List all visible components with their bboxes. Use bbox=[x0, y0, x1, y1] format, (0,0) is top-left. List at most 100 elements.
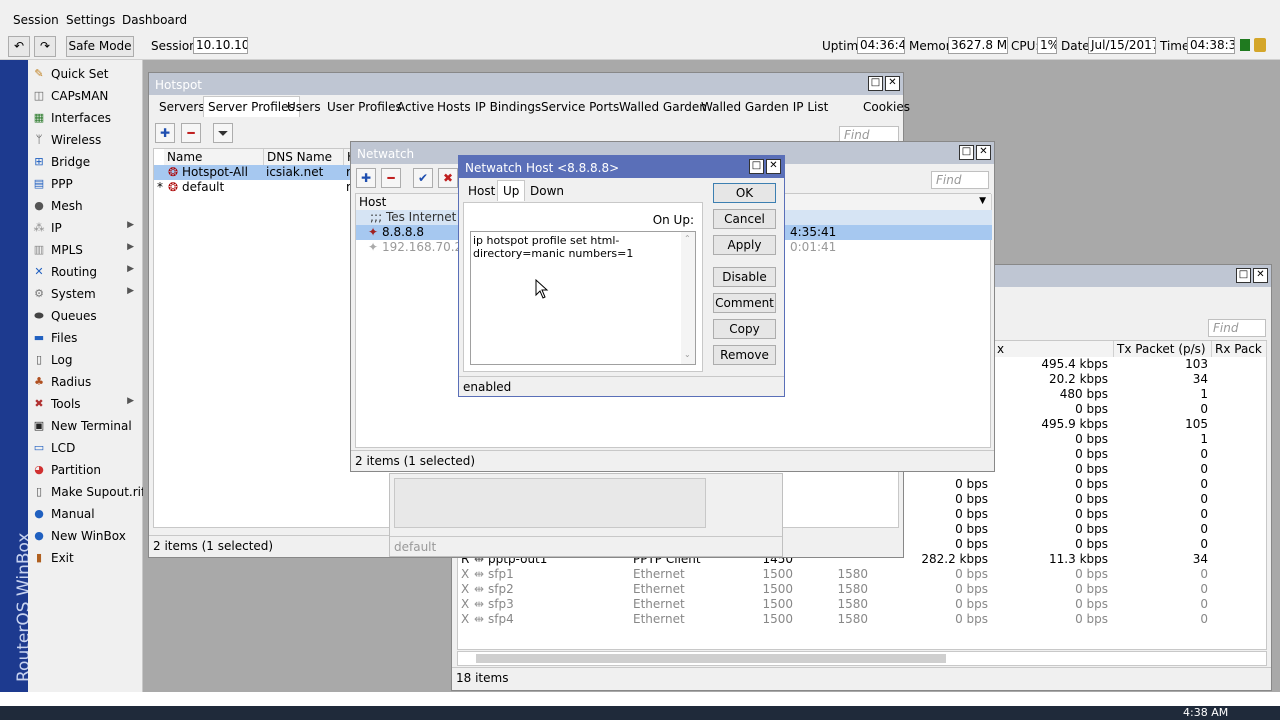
tab-down[interactable]: Down bbox=[525, 181, 569, 201]
tab-active[interactable]: Active bbox=[393, 97, 438, 117]
table-row[interactable]: Xsfp3 Ethernet 1500 1580 0 bps 0 bps 0 ⇹ bbox=[458, 597, 1266, 612]
cell-txp: 1 bbox=[1200, 387, 1208, 401]
tab-up[interactable]: Up bbox=[497, 180, 526, 201]
maximize-icon[interactable]: □ bbox=[1236, 268, 1251, 283]
remove-icon[interactable]: ━ bbox=[381, 168, 401, 188]
sidebar-item-capsman[interactable]: ◫ CAPsMAN bbox=[28, 85, 142, 107]
tab-service-ports[interactable]: Service Ports bbox=[537, 97, 623, 117]
tab-servers[interactable]: Servers bbox=[155, 97, 209, 117]
sidebar-item-queues[interactable]: ⬬ Queues bbox=[28, 305, 142, 327]
cell-txp: 105 bbox=[1185, 417, 1208, 431]
cell-rx: 0 bps bbox=[1075, 582, 1108, 596]
dialog-title: Netwatch Host <8.8.8.8> bbox=[465, 161, 620, 175]
column-header-tx-packet[interactable]: Tx Packet (p/s) bbox=[1114, 341, 1212, 357]
sidebar-item-partition[interactable]: ◕ Partition bbox=[28, 459, 142, 481]
menu-dashboard[interactable]: Dashboard bbox=[122, 13, 187, 27]
hotspot-titlebar[interactable]: Hotspot bbox=[149, 73, 903, 95]
column-header-name[interactable]: Name bbox=[164, 149, 264, 165]
ok-button[interactable]: OK bbox=[713, 183, 776, 203]
column-header-dns-name[interactable]: DNS Name bbox=[264, 149, 344, 165]
table-row[interactable]: * ❂ default m bbox=[154, 180, 364, 195]
horizontal-scrollbar[interactable] bbox=[457, 651, 1267, 666]
comment-button[interactable]: Comment bbox=[713, 293, 776, 313]
close-icon[interactable]: ✕ bbox=[976, 145, 991, 160]
wireless-icon: ᛘ bbox=[35, 133, 43, 146]
sidebar-item-routing[interactable]: ✕ Routing ▶ bbox=[28, 261, 142, 283]
sidebar-item-exit[interactable]: ▮ Exit bbox=[28, 547, 142, 569]
safe-mode-button[interactable]: Safe Mode bbox=[66, 36, 134, 57]
sidebar-item-make-supout-rif[interactable]: ▯ Make Supout.rif bbox=[28, 481, 145, 503]
column-dropdown-icon[interactable]: ▼ bbox=[979, 196, 986, 206]
tab-hosts[interactable]: Hosts bbox=[433, 97, 475, 117]
host-address: 8.8.8.8 bbox=[382, 225, 424, 239]
sidebar-item-quick-set[interactable]: ✎ Quick Set bbox=[28, 63, 142, 85]
sidebar-item-log[interactable]: ▯ Log bbox=[28, 349, 142, 371]
table-row[interactable]: Xsfp2 Ethernet 1500 1580 0 bps 0 bps 0 ⇹ bbox=[458, 582, 1266, 597]
sidebar-item-manual[interactable]: ● Manual bbox=[28, 503, 142, 525]
sidebar-item-label: Wireless bbox=[51, 133, 102, 147]
close-icon[interactable]: ✕ bbox=[885, 76, 900, 91]
sidebar-item-lcd[interactable]: ▭ LCD bbox=[28, 437, 142, 459]
cell-tx: 0 bps bbox=[955, 507, 988, 521]
close-icon[interactable]: ✕ bbox=[1253, 268, 1268, 283]
tab-ip-bindings[interactable]: IP Bindings bbox=[471, 97, 545, 117]
sidebar-item-new-terminal[interactable]: ▣ New Terminal bbox=[28, 415, 142, 437]
tab-cookies[interactable]: Cookies bbox=[859, 97, 914, 117]
filter-icon[interactable]: ⏷ bbox=[213, 123, 233, 143]
sidebar-item-mesh[interactable]: ● Mesh bbox=[28, 195, 142, 217]
netwatch-find-input[interactable]: Find bbox=[931, 171, 989, 189]
hotspot-profile-icon: ❂ bbox=[168, 180, 179, 194]
table-row-selected[interactable]: ❂ Hotspot-All icsiak.net m bbox=[154, 165, 364, 180]
column-header-rx[interactable]: x bbox=[994, 341, 1114, 357]
sidebar-item-interfaces[interactable]: ▦ Interfaces bbox=[28, 107, 142, 129]
tab-walled-garden-ip-list[interactable]: Walled Garden IP List bbox=[697, 97, 832, 117]
menu-settings[interactable]: Settings bbox=[66, 13, 115, 27]
maximize-icon[interactable]: □ bbox=[749, 159, 764, 174]
sidebar-item-new-winbox[interactable]: ● New WinBox bbox=[28, 525, 142, 547]
sidebar-item-wireless[interactable]: ᛘ Wireless bbox=[28, 129, 142, 151]
sidebar-item-ip[interactable]: ⁂ IP ▶ bbox=[28, 217, 142, 239]
cell-type: Ethernet bbox=[633, 567, 685, 581]
undo-icon[interactable]: ↶ bbox=[8, 36, 30, 57]
disable-x-icon[interactable]: ✖ bbox=[438, 168, 458, 188]
enable-check-icon[interactable]: ✔ bbox=[413, 168, 433, 188]
cpu-label: CPU: bbox=[1011, 39, 1040, 53]
add-icon[interactable]: ✚ bbox=[356, 168, 376, 188]
redo-icon[interactable]: ↷ bbox=[34, 36, 56, 57]
close-icon[interactable]: ✕ bbox=[766, 159, 781, 174]
sidebar-item-label: MPLS bbox=[51, 243, 83, 257]
sidebar-item-ppp[interactable]: ▤ PPP bbox=[28, 173, 142, 195]
menu-session[interactable]: Session bbox=[13, 13, 59, 27]
profile-dns: icsiak.net bbox=[266, 165, 324, 179]
maximize-icon[interactable]: □ bbox=[868, 76, 883, 91]
sidebar-item-bridge[interactable]: ⊞ Bridge bbox=[28, 151, 142, 173]
on-up-script-textarea[interactable]: ip hotspot profile set html-directory=ma… bbox=[470, 231, 696, 365]
textarea-scrollbar[interactable]: ⌃ ⌄ bbox=[681, 232, 695, 364]
dialog-titlebar[interactable]: Netwatch Host <8.8.8.8> bbox=[459, 156, 784, 178]
cell-mtu: 1500 bbox=[762, 567, 793, 581]
remove-button[interactable]: Remove bbox=[713, 345, 776, 365]
sidebar-item-radius[interactable]: ♣ Radius bbox=[28, 371, 142, 393]
scrollbar-thumb[interactable] bbox=[476, 654, 946, 663]
table-row[interactable]: Xsfp4 Ethernet 1500 1580 0 bps 0 bps 0 ⇹ bbox=[458, 612, 1266, 627]
tab-panel: On Up: ip hotspot profile set html-direc… bbox=[463, 202, 703, 372]
lock-icon[interactable] bbox=[1254, 38, 1266, 52]
tab-users[interactable]: Users bbox=[283, 97, 325, 117]
table-row[interactable]: Xsfp1 Ethernet 1500 1580 0 bps 0 bps 0 ⇹ bbox=[458, 567, 1266, 582]
cancel-button[interactable]: Cancel bbox=[713, 209, 776, 229]
sidebar-item-files[interactable]: ▬ Files bbox=[28, 327, 142, 349]
tab-host[interactable]: Host bbox=[463, 181, 500, 201]
sidebar-item-label: IP bbox=[51, 221, 62, 235]
add-icon[interactable]: ✚ bbox=[155, 123, 175, 143]
profile-name: default bbox=[182, 180, 225, 194]
apply-button[interactable]: Apply bbox=[713, 235, 776, 255]
maximize-icon[interactable]: □ bbox=[959, 145, 974, 160]
interfaces-find-input[interactable]: Find bbox=[1208, 319, 1266, 337]
sidebar-item-tools[interactable]: ✖ Tools ▶ bbox=[28, 393, 142, 415]
copy-button[interactable]: Copy bbox=[713, 319, 776, 339]
sidebar-item-mpls[interactable]: ▥ MPLS ▶ bbox=[28, 239, 142, 261]
column-header-rx-packet[interactable]: Rx Pack bbox=[1212, 341, 1267, 357]
sidebar-item-system[interactable]: ⚙ System ▶ bbox=[28, 283, 142, 305]
disable-button[interactable]: Disable bbox=[713, 267, 776, 287]
remove-icon[interactable]: ━ bbox=[181, 123, 201, 143]
